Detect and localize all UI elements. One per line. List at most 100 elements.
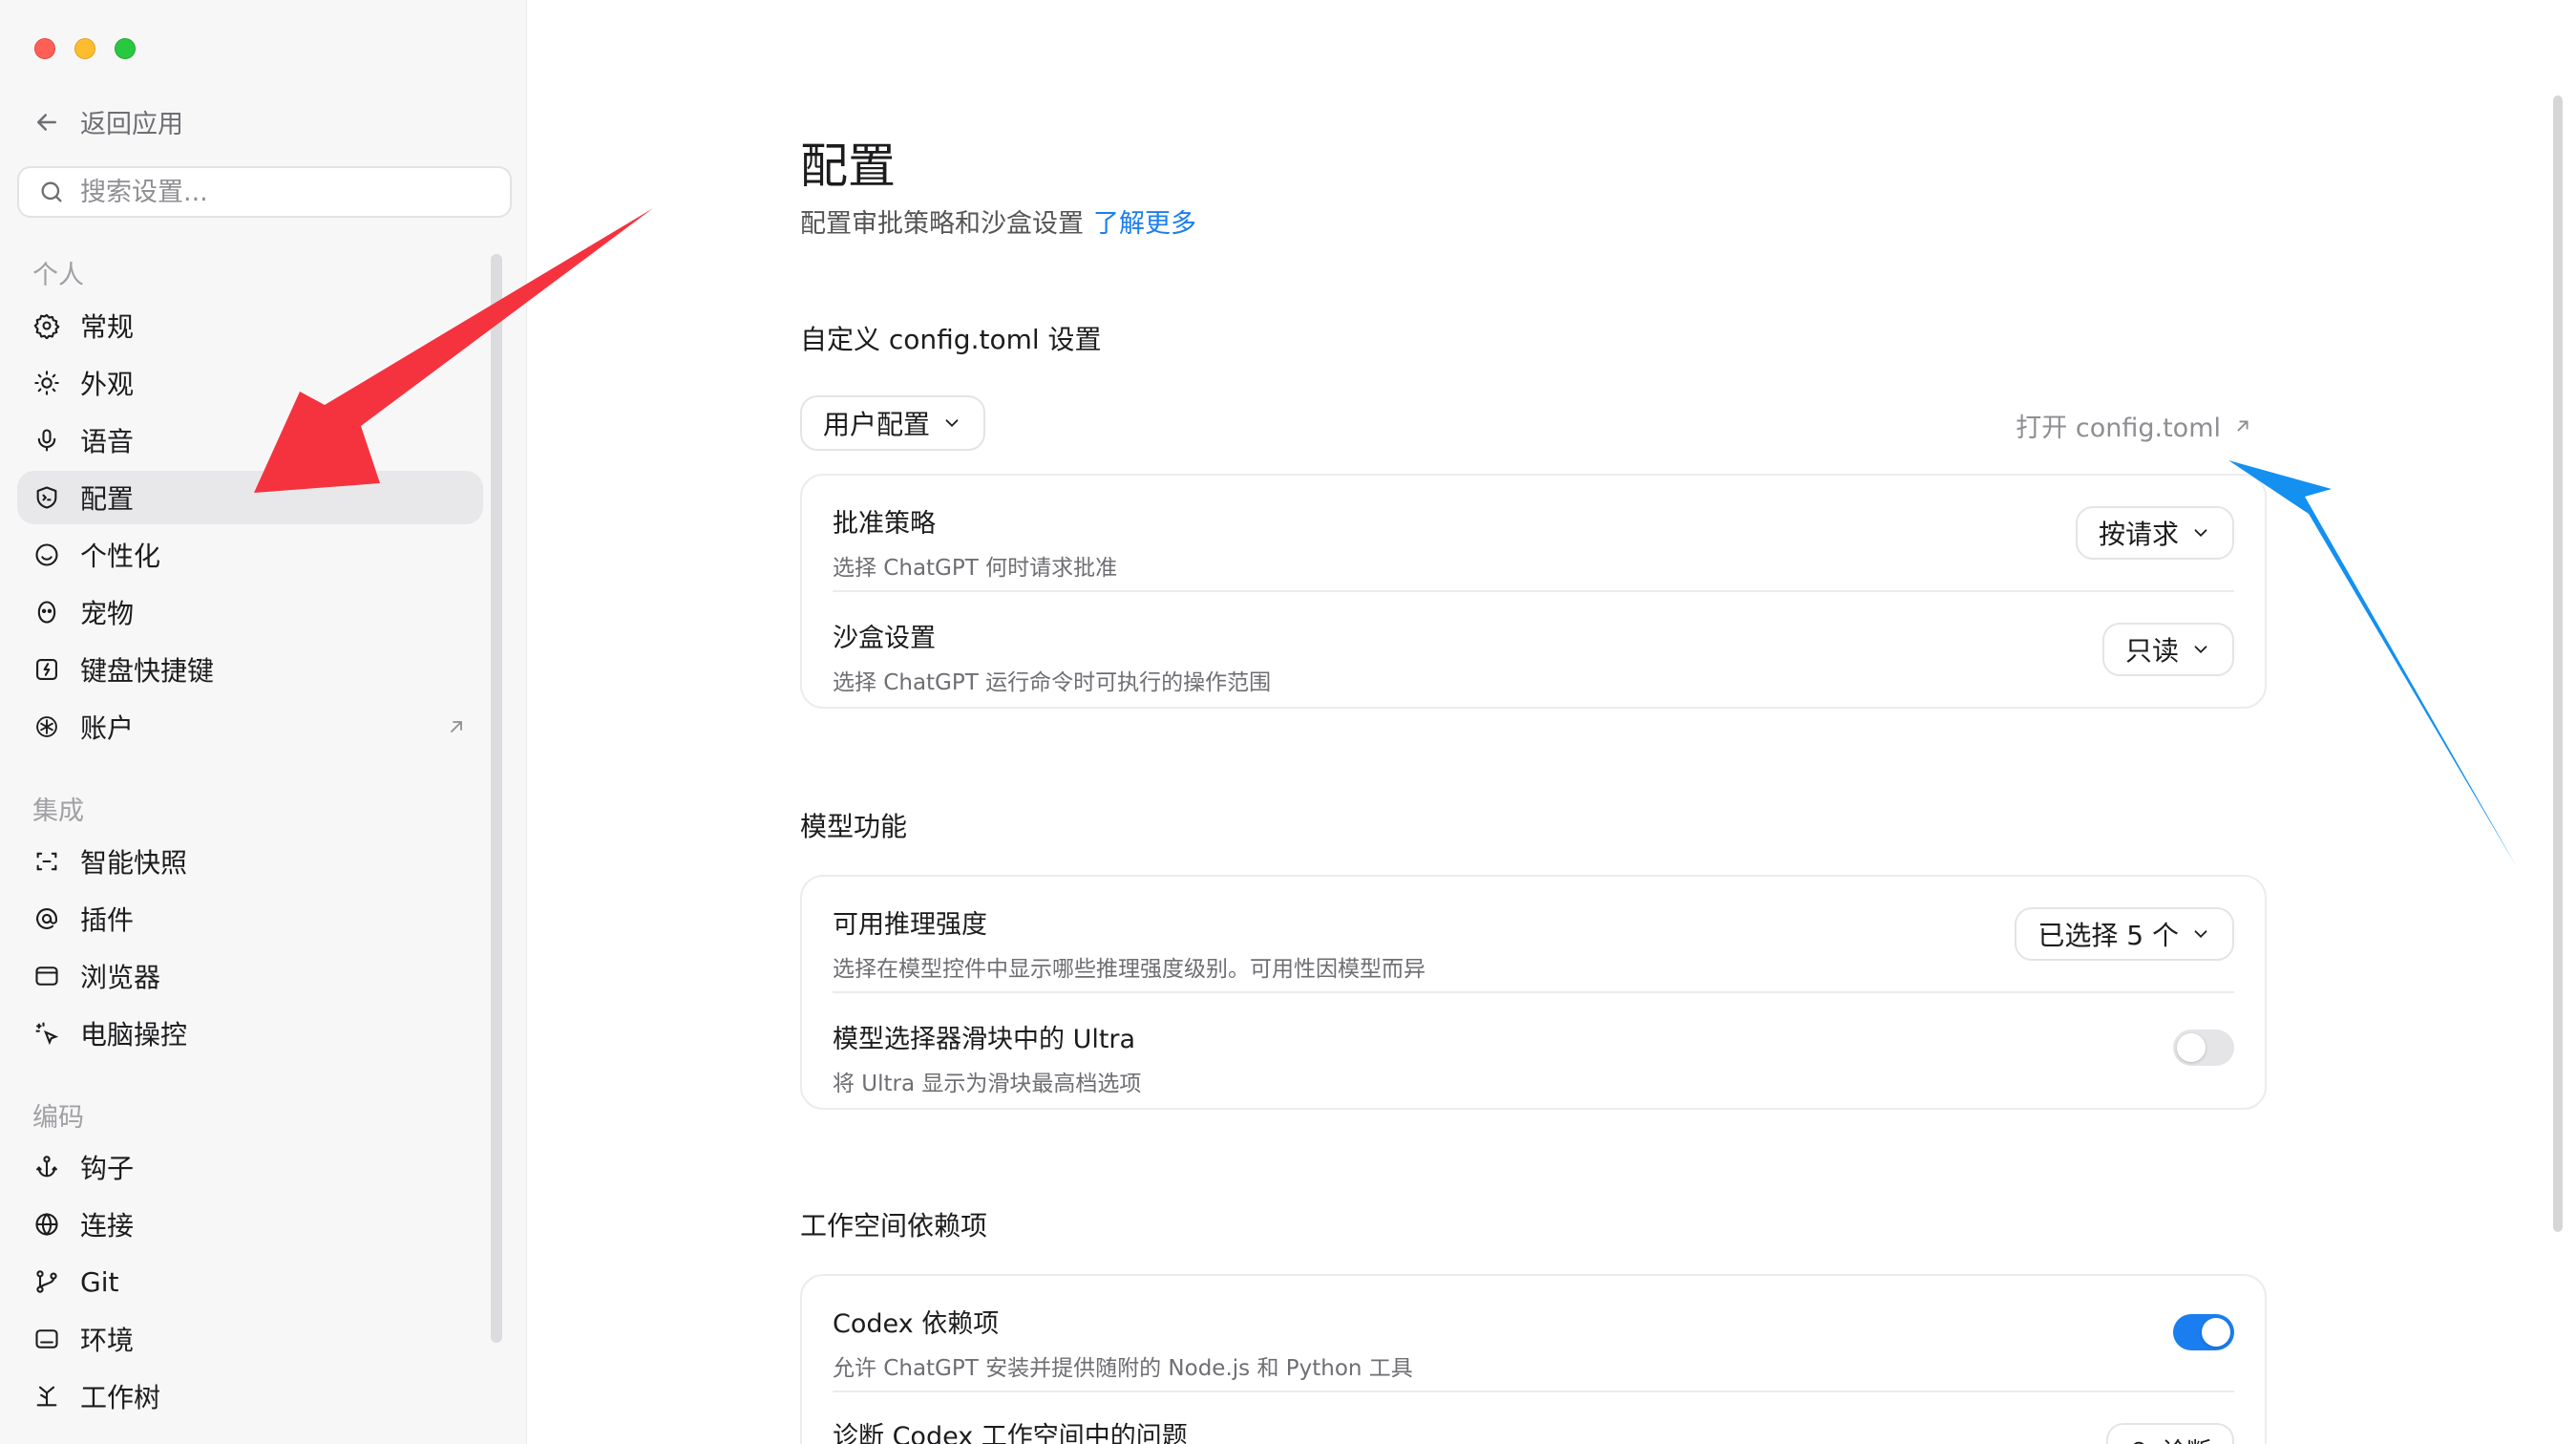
sidebar-item-label: 电脑操控 xyxy=(80,1019,188,1051)
external-link-icon xyxy=(451,721,462,733)
search-box[interactable] xyxy=(17,166,512,218)
config-card: 批准策略 选择 ChatGPT 何时请求批准 按请求 沙盒设置 选择 ChatG… xyxy=(800,474,2267,709)
divider xyxy=(833,991,2234,993)
approval-policy-subtitle: 选择 ChatGPT 何时请求批准 xyxy=(833,556,1118,581)
sidebar-item-label: 智能快照 xyxy=(80,847,188,879)
keyboard-shortcut-icon xyxy=(32,655,61,684)
page-title: 配置 xyxy=(800,138,896,194)
profile-dropdown-label: 用户配置 xyxy=(823,409,931,440)
toggle-knob xyxy=(2202,1318,2230,1347)
plugin-at-icon xyxy=(32,904,61,933)
sidebar-item-personalization[interactable]: 个性化 xyxy=(17,528,483,582)
sandbox-select[interactable]: 只读 xyxy=(2101,623,2234,676)
open-config-link[interactable]: 打开 config.toml xyxy=(2016,407,2253,444)
sidebar: 返回应用 个人 常规 外观 语音 配置 个性化 宠物 xyxy=(0,0,527,1444)
model-card: 可用推理强度 选择在模型控件中显示哪些推理强度级别。可用性因模型而异 已选择 5… xyxy=(800,875,2267,1110)
ultra-row: 模型选择器滑块中的 Ultra 将 Ultra 显示为滑块最高档选项 xyxy=(833,1018,2234,1097)
diagnose-label: 诊断 xyxy=(2162,1433,2211,1444)
section-personal: 个人 xyxy=(32,261,84,290)
chevron-down-icon xyxy=(2194,930,2207,939)
config-shield-icon xyxy=(32,483,61,512)
sidebar-item-git[interactable]: Git xyxy=(17,1255,483,1308)
approval-policy-select[interactable]: 按请求 xyxy=(2075,506,2234,560)
browser-icon xyxy=(32,962,61,990)
profile-dropdown[interactable]: 用户配置 xyxy=(800,395,986,451)
page-description: 配置审批策略和沙盒设置 了解更多 xyxy=(800,202,1196,240)
sidebar-item-label: 环境 xyxy=(80,1325,135,1356)
git-branch-icon xyxy=(32,1267,61,1296)
sidebar-item-label: 个性化 xyxy=(80,541,161,572)
sandbox-row: 沙盒设置 选择 ChatGPT 运行命令时可执行的操作范围 xyxy=(833,617,2234,696)
external-link-icon xyxy=(2237,420,2249,431)
workspace-card: Codex 依赖项 允许 ChatGPT 安装并提供随附的 Node.js 和 … xyxy=(800,1274,2267,1444)
ultra-subtitle: 将 Ultra 显示为滑块最高档选项 xyxy=(833,1072,1142,1096)
back-to-app-button[interactable]: 返回应用 xyxy=(32,103,183,140)
divider xyxy=(833,1391,2234,1392)
sidebar-item-appearance[interactable]: 外观 xyxy=(17,356,483,410)
sidebar-item-label: 钩子 xyxy=(80,1153,135,1184)
settings-window: 返回应用 个人 常规 外观 语音 配置 个性化 宠物 xyxy=(0,0,2576,1444)
approval-policy-value: 按请求 xyxy=(2098,519,2179,550)
sidebar-item-connections[interactable]: 连接 xyxy=(17,1198,483,1251)
sidebar-item-computer-control[interactable]: 电脑操控 xyxy=(17,1007,483,1060)
custom-config-section-title: 自定义 config.toml 设置 xyxy=(800,324,1102,355)
sidebar-item-keyboard-shortcuts[interactable]: 键盘快捷键 xyxy=(17,643,483,696)
diagnose-title: 诊断 Codex 工作空间中的问题 xyxy=(833,1422,1188,1444)
back-label: 返回应用 xyxy=(80,110,183,139)
gear-icon xyxy=(32,311,61,340)
close-window-button[interactable] xyxy=(34,38,55,59)
ultra-title: 模型选择器滑块中的 Ultra xyxy=(833,1025,1136,1054)
search-icon xyxy=(2133,1441,2144,1444)
codex-deps-subtitle: 允许 ChatGPT 安装并提供随附的 Node.js 和 Python 工具 xyxy=(833,1356,1413,1381)
cursor-sparkle-icon xyxy=(32,1019,61,1048)
sidebar-item-label: 插件 xyxy=(80,904,135,936)
sidebar-item-label: 工作树 xyxy=(80,1382,161,1413)
snapshot-icon xyxy=(32,847,61,876)
sidebar-item-browser[interactable]: 浏览器 xyxy=(17,949,483,1003)
anchor-icon xyxy=(32,1153,61,1181)
sidebar-item-environment[interactable]: 环境 xyxy=(17,1312,483,1366)
sidebar-item-pets[interactable]: 宠物 xyxy=(17,585,483,639)
minimize-window-button[interactable] xyxy=(74,38,95,59)
sidebar-item-hooks[interactable]: 钩子 xyxy=(17,1140,483,1194)
sidebar-item-general[interactable]: 常规 xyxy=(17,299,483,352)
divider xyxy=(833,590,2234,592)
sidebar-item-label: 常规 xyxy=(80,311,135,343)
sandbox-title: 沙盒设置 xyxy=(833,624,936,653)
sidebar-item-smart-snapshot[interactable]: 智能快照 xyxy=(17,835,483,888)
sidebar-item-label: 账户 xyxy=(80,712,135,744)
main-scrollbar[interactable] xyxy=(2553,96,2563,1232)
ultra-toggle[interactable] xyxy=(2173,1030,2234,1066)
reasoning-select[interactable]: 已选择 5 个 xyxy=(2015,907,2234,961)
open-config-label: 打开 config.toml xyxy=(2016,414,2221,443)
search-icon xyxy=(41,181,62,202)
sidebar-item-account[interactable]: 账户 xyxy=(17,700,483,754)
sidebar-item-label: Git xyxy=(80,1265,119,1298)
sidebar-scrollbar[interactable] xyxy=(491,254,502,1343)
model-section-title: 模型功能 xyxy=(800,811,908,842)
diagnose-button[interactable]: 诊断 xyxy=(2105,1423,2234,1444)
sandbox-subtitle: 选择 ChatGPT 运行命令时可执行的操作范围 xyxy=(833,670,1272,695)
section-coding: 编码 xyxy=(32,1103,84,1133)
zoom-window-button[interactable] xyxy=(115,38,136,59)
sidebar-item-label: 配置 xyxy=(80,483,135,515)
reasoning-value: 已选择 5 个 xyxy=(2038,920,2179,951)
section-integrations: 集成 xyxy=(32,796,84,826)
sidebar-item-config[interactable]: 配置 xyxy=(17,471,483,524)
sidebar-item-label: 连接 xyxy=(80,1210,135,1242)
sidebar-item-label: 语音 xyxy=(80,426,135,457)
sidebar-item-voice[interactable]: 语音 xyxy=(17,414,483,467)
search-input[interactable] xyxy=(80,177,481,207)
learn-more-link[interactable]: 了解更多 xyxy=(1093,209,1196,239)
openai-icon xyxy=(32,712,61,741)
smile-icon xyxy=(32,541,61,569)
microphone-icon xyxy=(32,426,61,455)
approval-policy-title: 批准策略 xyxy=(833,509,936,539)
sidebar-item-worktree[interactable]: 工作树 xyxy=(17,1370,483,1423)
sidebar-item-plugins[interactable]: 插件 xyxy=(17,892,483,945)
sandbox-value: 只读 xyxy=(2124,635,2179,667)
sidebar-item-label: 外观 xyxy=(80,369,135,400)
codex-deps-toggle[interactable] xyxy=(2173,1314,2234,1350)
sidebar-item-label: 宠物 xyxy=(80,598,135,629)
chevron-down-icon xyxy=(945,419,959,428)
